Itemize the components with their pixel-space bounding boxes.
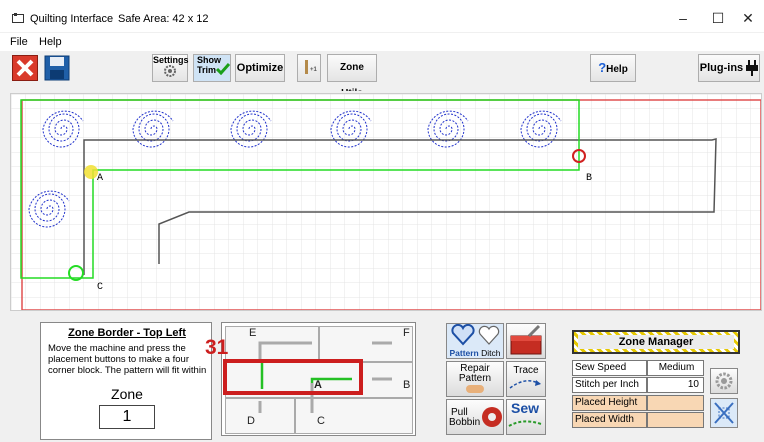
- grid-label-d: D: [247, 415, 255, 427]
- placed-width-label: Placed Width: [572, 412, 647, 428]
- sew-label: Sew: [511, 400, 540, 416]
- pull-bobbin-button[interactable]: Pull Bobbin: [446, 399, 504, 435]
- help-button[interactable]: ?Help: [590, 54, 636, 82]
- menu-bar: [0, 33, 764, 51]
- label-a: A: [97, 173, 104, 184]
- close-window-button[interactable]: ✕: [730, 8, 764, 28]
- close-x-icon: [16, 59, 34, 77]
- plugins-label: Plug-ins: [699, 62, 744, 74]
- placed-height-label: Placed Height: [572, 395, 647, 411]
- zone-border-panel: Zone Border - Top Left Move the machine …: [40, 322, 212, 440]
- app-icon: [12, 13, 24, 23]
- placed-width-value: [647, 412, 704, 428]
- grid-label-c: C: [317, 415, 325, 427]
- toolbar: [0, 51, 764, 87]
- zone-border-title: Zone Border - Top Left: [68, 327, 186, 339]
- quilt-canvas[interactable]: A B C: [10, 93, 762, 311]
- grid-label-f: F: [403, 327, 410, 339]
- trace-arrow-icon: [509, 380, 541, 389]
- pull-label-2: Bobbin: [449, 417, 481, 428]
- zone-border-description: Move the machine and press the placement…: [48, 343, 207, 377]
- trace-label: Trace: [513, 365, 539, 376]
- zone-number-overlay: 31: [205, 336, 229, 359]
- settings-button[interactable]: Settings: [152, 54, 189, 82]
- zone-manager-label: Zone Manager: [578, 335, 734, 349]
- zone-manager-button[interactable]: Zone Manager: [572, 330, 740, 354]
- label-b: B: [586, 173, 593, 184]
- align-icon: +1: [305, 60, 318, 74]
- optimize-button[interactable]: Optimize: [235, 54, 285, 82]
- ditch-label: Ditch: [481, 348, 501, 358]
- trace-button[interactable]: Trace: [506, 361, 546, 397]
- toolbox-icon: [510, 324, 542, 355]
- gear-icon: [715, 372, 733, 390]
- stitch-per-inch-value[interactable]: 10: [647, 377, 704, 393]
- sew-speed-value[interactable]: Medium: [647, 360, 704, 376]
- expand-arrows-icon: [714, 402, 734, 424]
- repair-pattern-button[interactable]: Repair Pattern: [446, 361, 504, 397]
- gear-icon: [164, 65, 176, 77]
- tools-button[interactable]: [506, 323, 546, 359]
- sew-speed-label: Sew Speed: [572, 360, 647, 376]
- zone-placement-grid: E F B A D C: [221, 322, 416, 436]
- placed-height-value: [647, 395, 704, 411]
- save-button[interactable]: [44, 55, 70, 81]
- bobbin-icon: [482, 407, 502, 427]
- pattern-label: Pattern: [449, 348, 479, 358]
- bandage-icon: [466, 385, 484, 393]
- settings-label: Settings: [153, 55, 189, 65]
- grid-label-b: B: [403, 379, 411, 391]
- title-bar: [0, 0, 764, 32]
- menu-file[interactable]: File: [10, 36, 28, 48]
- help-label: Help: [606, 64, 628, 75]
- pattern-ditch-button[interactable]: Pattern Ditch: [446, 323, 504, 359]
- zone-utils-button[interactable]: Zone Utils: [327, 54, 377, 99]
- plugins-button[interactable]: Plug-ins: [698, 54, 760, 82]
- expand-button[interactable]: [710, 398, 738, 428]
- minimize-button[interactable]: –: [665, 8, 701, 28]
- zone-manager-table: Sew Speed Medium Stitch per Inch 10 Plac…: [572, 360, 704, 428]
- zone-settings-button[interactable]: [710, 368, 738, 394]
- grid-label-e: E: [249, 327, 257, 339]
- grid-label-a: A: [314, 379, 322, 391]
- window-title: Quilting Interface: [30, 13, 114, 25]
- plug-icon: [746, 60, 759, 77]
- stitch-per-inch-label: Stitch per Inch: [572, 377, 647, 393]
- svg-text:+1: +1: [310, 67, 318, 73]
- align-button[interactable]: +1: [297, 54, 321, 82]
- zone-label: Zone: [111, 386, 143, 402]
- show-trim-toggle[interactable]: Show Trim: [193, 54, 231, 82]
- question-icon: ?: [598, 60, 607, 75]
- sew-button[interactable]: Sew: [506, 399, 546, 435]
- safe-area-text: Safe Area: 42 x 12: [118, 13, 209, 25]
- menu-help[interactable]: Help: [39, 36, 62, 48]
- floppy-disk-icon: [44, 55, 70, 81]
- exit-button[interactable]: [12, 55, 38, 81]
- marker-a: [84, 165, 98, 179]
- needle-icon: [508, 420, 542, 427]
- repair-label-2: Pattern: [458, 373, 492, 384]
- canvas-drawing: [11, 94, 762, 311]
- checkmark-icon: [216, 63, 230, 75]
- heart-icons: [451, 323, 500, 346]
- label-c: C: [97, 282, 104, 293]
- zone-value: 1: [99, 405, 155, 429]
